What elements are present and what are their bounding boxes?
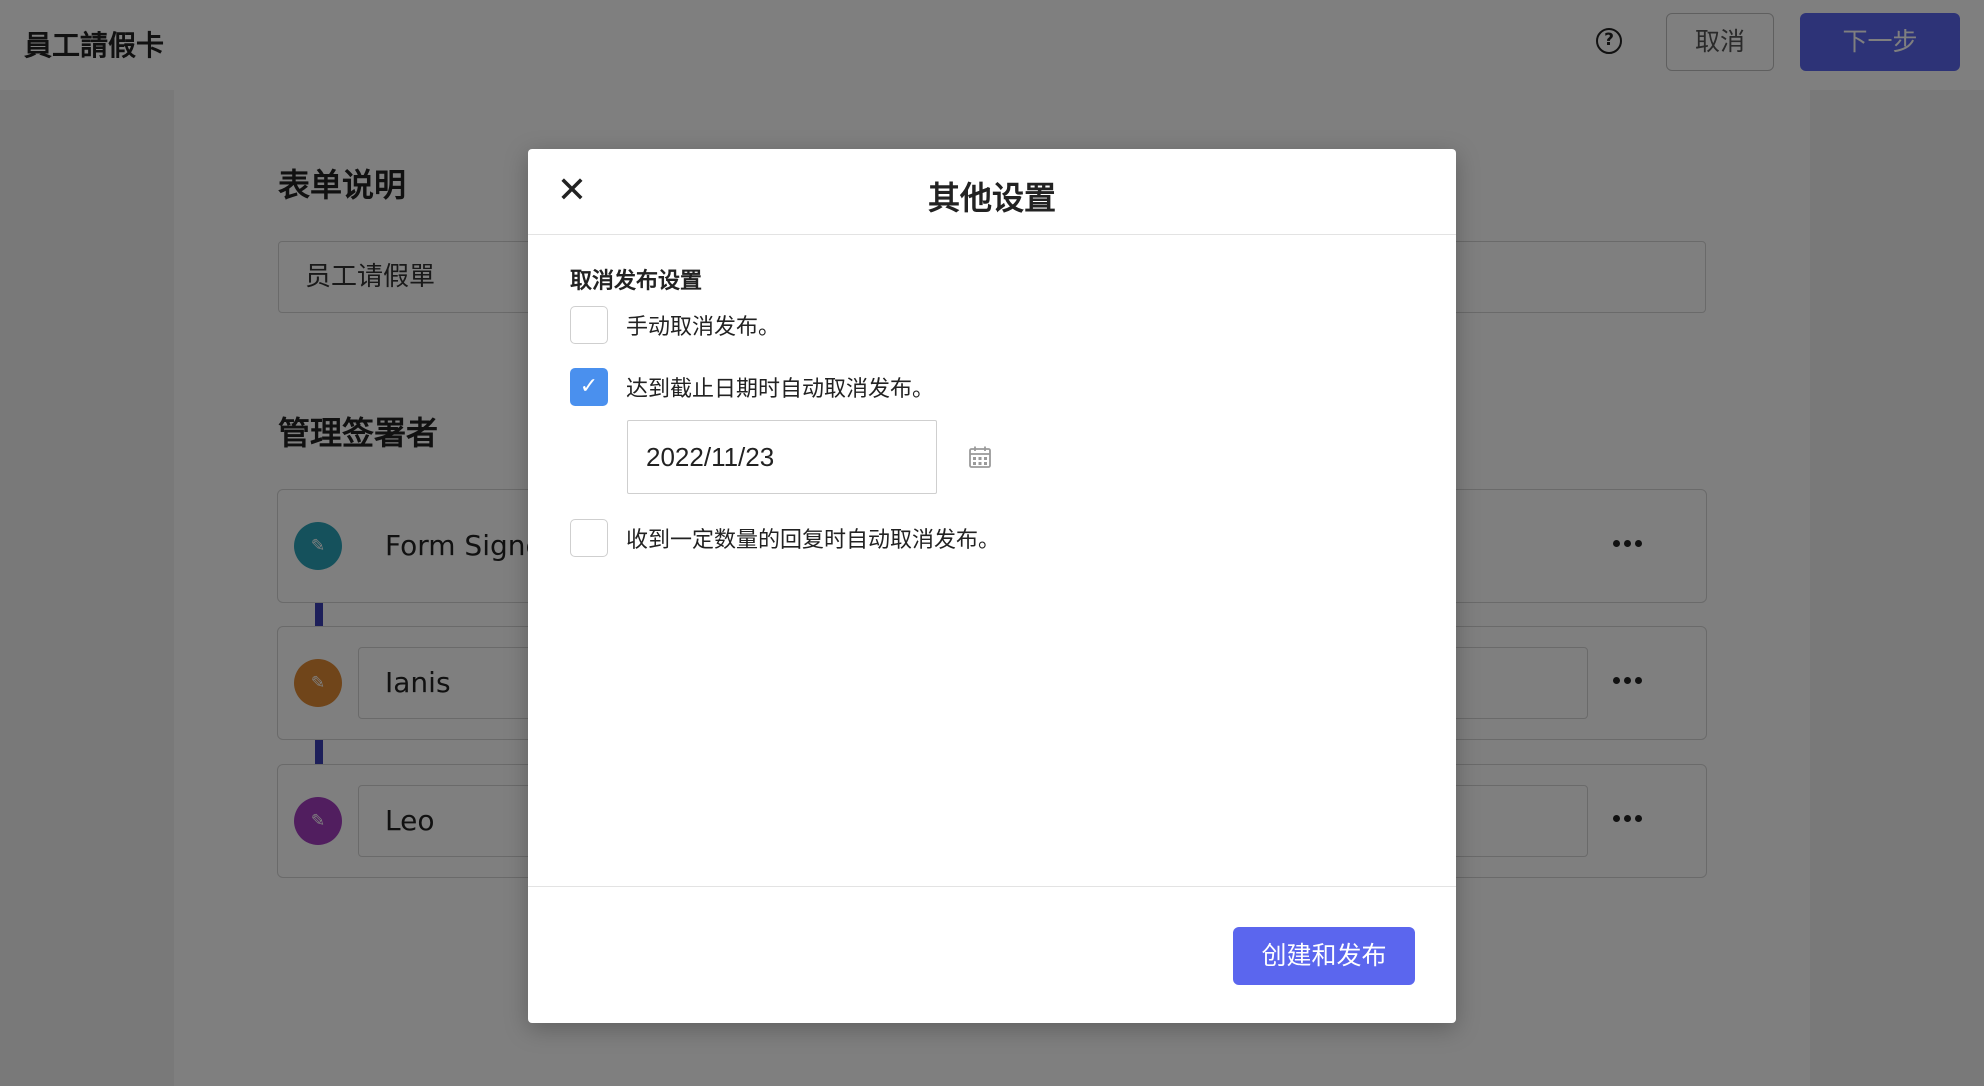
option-label: 达到截止日期时自动取消发布。	[626, 377, 935, 402]
unpublish-settings-label: 取消发布设置	[570, 269, 703, 294]
dialog-header: ✕ 其他设置	[528, 149, 1456, 235]
option-label: 收到一定数量的回复时自动取消发布。	[626, 528, 1001, 553]
option-label: 手动取消发布。	[626, 315, 781, 340]
response-count-unpublish-checkbox[interactable]	[570, 519, 608, 557]
create-and-publish-button[interactable]: 创建和发布	[1233, 927, 1415, 985]
dialog-title: 其他设置	[927, 179, 1056, 217]
manual-unpublish-checkbox[interactable]	[570, 306, 608, 344]
other-settings-dialog: ✕ 其他设置 取消发布设置 手动取消发布。 ✓ 达到截止日期时自动取消发布。 收…	[528, 149, 1456, 1023]
deadline-unpublish-checkbox[interactable]: ✓	[570, 368, 608, 406]
calendar-icon[interactable]	[968, 445, 992, 469]
deadline-date-input[interactable]	[627, 420, 937, 494]
